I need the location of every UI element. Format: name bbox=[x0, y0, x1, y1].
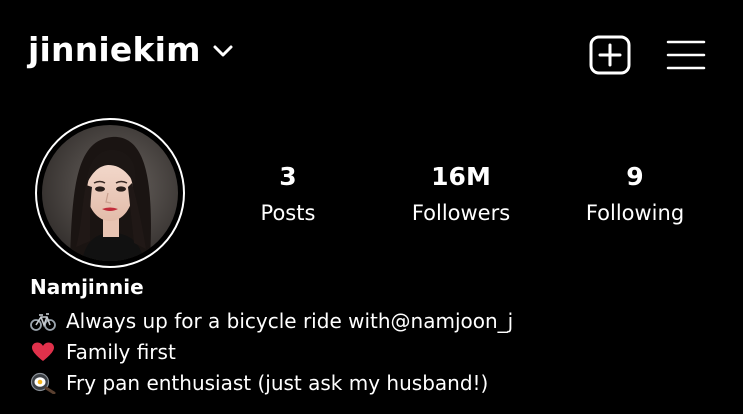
bio-line-heart: Family first bbox=[30, 337, 176, 367]
posts-count: 3 bbox=[279, 162, 297, 191]
profile-display-name: Namjinnie bbox=[30, 275, 144, 299]
bio-line-bicycle: Always up for a bicycle ride with @namjo… bbox=[30, 306, 513, 336]
bio-text-frying-pan: Fry pan enthusiast (just ask my husband!… bbox=[66, 371, 489, 395]
hamburger-menu-icon[interactable] bbox=[666, 38, 706, 72]
profile-avatar[interactable] bbox=[35, 118, 185, 268]
chevron-down-icon[interactable] bbox=[212, 43, 234, 59]
account-username[interactable]: jinniekim bbox=[28, 30, 201, 69]
bio-text-heart: Family first bbox=[66, 340, 176, 364]
bio-text-bicycle: Always up for a bicycle ride with bbox=[66, 309, 391, 333]
stat-posts[interactable]: 3 Posts bbox=[238, 162, 338, 226]
following-label: Following bbox=[585, 201, 685, 225]
stat-following[interactable]: 9 Following bbox=[570, 162, 700, 226]
posts-label: Posts bbox=[260, 201, 316, 225]
red-heart-emoji bbox=[32, 342, 54, 361]
top-header: jinniekim bbox=[0, 0, 743, 110]
followers-count: 16M bbox=[431, 162, 491, 191]
followers-label: Followers bbox=[411, 201, 511, 225]
bio-line-frying-pan: Fry pan enthusiast (just ask my husband!… bbox=[30, 368, 488, 398]
plus-square-icon[interactable] bbox=[589, 35, 631, 75]
following-count: 9 bbox=[626, 162, 644, 191]
mention-link[interactable]: @namjoon_j bbox=[391, 309, 514, 333]
stat-followers[interactable]: 16M Followers bbox=[396, 162, 526, 226]
profile-photo bbox=[42, 125, 178, 261]
bicycle-emoji bbox=[30, 313, 56, 331]
frying-pan-emoji bbox=[30, 372, 56, 394]
